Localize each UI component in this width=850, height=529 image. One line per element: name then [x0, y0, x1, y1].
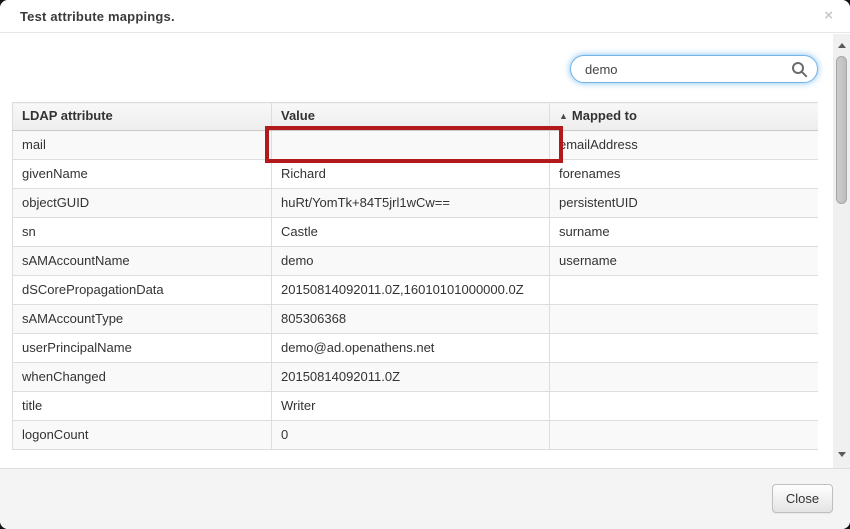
sort-ascending-icon: ▲ — [559, 111, 568, 121]
column-header-label: Mapped to — [572, 108, 637, 123]
value-cell: Richard — [272, 160, 550, 189]
scroll-up-arrow-icon — [838, 43, 846, 48]
column-header-value[interactable]: Value — [272, 103, 550, 131]
attribute-mappings-table: LDAP attribute Value ▲ Mapped to mail ema… — [12, 102, 818, 450]
column-header-ldap-attribute[interactable]: LDAP attribute — [13, 103, 272, 131]
scroll-up-button[interactable] — [833, 37, 850, 53]
mapped-to-cell — [550, 392, 819, 421]
mapped-to-cell — [550, 334, 819, 363]
ldap-attribute-cell: objectGUID — [13, 189, 272, 218]
table-row: title Writer — [13, 392, 819, 421]
column-header-label: Value — [281, 108, 315, 123]
ldap-attribute-cell: dSCorePropagationData — [13, 276, 272, 305]
dialog-header: Test attribute mappings. × — [0, 0, 850, 33]
ldap-attribute-cell: sAMAccountName — [13, 247, 272, 276]
close-icon[interactable]: × — [824, 8, 833, 24]
mapped-to-cell — [550, 421, 819, 450]
attribute-table-viewport: LDAP attribute Value ▲ Mapped to mail ema… — [12, 102, 818, 467]
ldap-attribute-cell: givenName — [13, 160, 272, 189]
mapped-to-cell — [550, 305, 819, 334]
mapped-to-cell: surname — [550, 218, 819, 247]
ldap-attribute-cell: logonCount — [13, 421, 272, 450]
mapped-to-cell: emailAddress — [550, 131, 819, 160]
table-row: dSCorePropagationData 20150814092011.0Z,… — [13, 276, 819, 305]
ldap-attribute-cell: mail — [13, 131, 272, 160]
vertical-scrollbar[interactable] — [833, 34, 850, 468]
table-row: sAMAccountName demo username — [13, 247, 819, 276]
search-icon — [791, 61, 808, 78]
scrollbar-thumb[interactable] — [836, 56, 847, 204]
table-row: sn Castle surname — [13, 218, 819, 247]
search-box — [570, 55, 818, 83]
table-row: sAMAccountType 805306368 — [13, 305, 819, 334]
table-row: mail emailAddress — [13, 131, 819, 160]
table-row: whenChanged 20150814092011.0Z — [13, 363, 819, 392]
table-row: logonCount 0 — [13, 421, 819, 450]
value-cell — [272, 131, 550, 160]
scroll-down-arrow-icon — [838, 452, 846, 457]
value-cell: 20150814092011.0Z — [272, 363, 550, 392]
value-cell: 0 — [272, 421, 550, 450]
value-cell: demo@ad.openathens.net — [272, 334, 550, 363]
table-row: givenName Richard forenames — [13, 160, 819, 189]
ldap-attribute-cell: sAMAccountType — [13, 305, 272, 334]
ldap-attribute-cell: title — [13, 392, 272, 421]
dialog-title: Test attribute mappings. — [20, 9, 175, 24]
mapped-to-cell: persistentUID — [550, 189, 819, 218]
scroll-down-button[interactable] — [833, 446, 850, 462]
search-input[interactable] — [585, 60, 785, 79]
mapped-to-cell — [550, 363, 819, 392]
dialog-footer: Close — [0, 468, 850, 529]
value-cell: huRt/YomTk+84T5jrl1wCw== — [272, 189, 550, 218]
value-cell: Castle — [272, 218, 550, 247]
close-button[interactable]: Close — [772, 484, 833, 513]
mapped-to-cell — [550, 276, 819, 305]
ldap-attribute-cell: sn — [13, 218, 272, 247]
test-attribute-mappings-dialog: Test attribute mappings. × LDAP attribut… — [0, 0, 850, 529]
table-header-row: LDAP attribute Value ▲ Mapped to — [13, 103, 819, 131]
value-cell: demo — [272, 247, 550, 276]
mapped-to-cell: forenames — [550, 160, 819, 189]
ldap-attribute-cell: whenChanged — [13, 363, 272, 392]
value-cell: 20150814092011.0Z,16010101000000.0Z — [272, 276, 550, 305]
column-header-label: LDAP attribute — [22, 108, 113, 123]
value-cell: 805306368 — [272, 305, 550, 334]
mapped-to-cell: username — [550, 247, 819, 276]
ldap-attribute-cell: userPrincipalName — [13, 334, 272, 363]
column-header-mapped-to[interactable]: ▲ Mapped to — [550, 103, 819, 131]
table-row: userPrincipalName demo@ad.openathens.net — [13, 334, 819, 363]
table-row: objectGUID huRt/YomTk+84T5jrl1wCw== pers… — [13, 189, 819, 218]
value-cell: Writer — [272, 392, 550, 421]
